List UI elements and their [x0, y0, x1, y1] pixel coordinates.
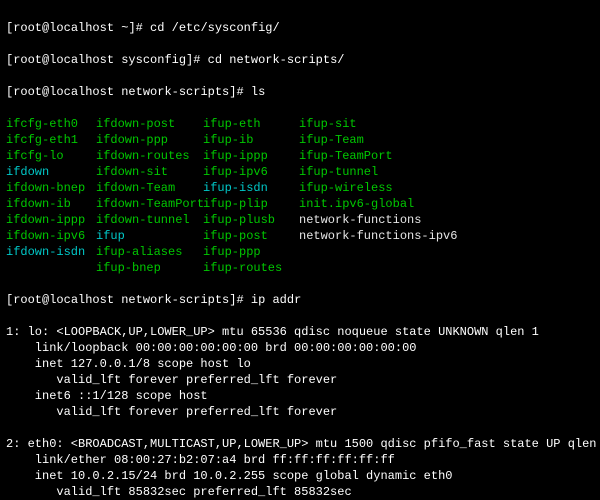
- ls-item: ifup-plip: [203, 196, 299, 212]
- ls-item: ifup-aliases: [96, 244, 203, 260]
- cmd-line-3: [root@localhost network-scripts]# ls: [6, 84, 594, 100]
- ls-item: ifup-TeamPort: [299, 148, 499, 164]
- ls-item: ifdown-ib: [6, 196, 96, 212]
- ls-item: ifup-sit: [299, 116, 499, 132]
- ls-item: ifup-eth: [203, 116, 299, 132]
- ls-item: ifdown-bnep: [6, 180, 96, 196]
- ls-output: ifcfg-eth0ifdown-postifup-ethifup-sit ifc…: [6, 116, 594, 276]
- ls-item: ifup-routes: [203, 260, 299, 276]
- ls-item: ifdown-ippp: [6, 212, 96, 228]
- ls-item: network-functions-ipv6: [299, 228, 499, 244]
- ls-item: ifdown-post: [96, 116, 203, 132]
- ls-item: ifdown-Team: [96, 180, 203, 196]
- ls-item: ifup-ppp: [203, 244, 299, 260]
- ls-item: ifdown-TeamPort: [96, 196, 203, 212]
- ls-item: ifup-ipv6: [203, 164, 299, 180]
- cmd-line-ipaddr: [root@localhost network-scripts]# ip add…: [6, 292, 594, 308]
- ls-item: ifup-wireless: [299, 180, 499, 196]
- cmd-line-2: [root@localhost sysconfig]# cd network-s…: [6, 52, 594, 68]
- cmd-line-1: [root@localhost ~]# cd /etc/sysconfig/: [6, 20, 594, 36]
- ls-item: ifup: [96, 228, 203, 244]
- ls-item: ifup-post: [203, 228, 299, 244]
- terminal[interactable]: [root@localhost ~]# cd /etc/sysconfig/ […: [0, 0, 600, 500]
- ls-item: network-functions: [299, 212, 499, 228]
- ls-item: ifdown-ppp: [96, 132, 203, 148]
- ls-item: ifup-isdn: [203, 180, 299, 196]
- ls-item: ifdown-isdn: [6, 244, 96, 260]
- ls-item: ifcfg-eth0: [6, 116, 96, 132]
- ls-item: ifdown-tunnel: [96, 212, 203, 228]
- ls-item: ifdown-routes: [96, 148, 203, 164]
- ls-item: ifdown-sit: [96, 164, 203, 180]
- ls-item: ifup-ib: [203, 132, 299, 148]
- ls-item: init.ipv6-global: [299, 196, 499, 212]
- ls-item: ifup-bnep: [96, 260, 203, 276]
- ls-item: ifdown: [6, 164, 96, 180]
- ls-item: ifdown-ipv6: [6, 228, 96, 244]
- ls-item: ifup-Team: [299, 132, 499, 148]
- ls-item: ifup-ippp: [203, 148, 299, 164]
- ls-item: ifup-tunnel: [299, 164, 499, 180]
- ip-eth0: 2: eth0: <BROADCAST,MULTICAST,UP,LOWER_U…: [6, 436, 594, 500]
- ls-item: ifup-plusb: [203, 212, 299, 228]
- ip-lo: 1: lo: <LOOPBACK,UP,LOWER_UP> mtu 65536 …: [6, 324, 594, 420]
- ls-item: ifcfg-lo: [6, 148, 96, 164]
- ls-item: ifcfg-eth1: [6, 132, 96, 148]
